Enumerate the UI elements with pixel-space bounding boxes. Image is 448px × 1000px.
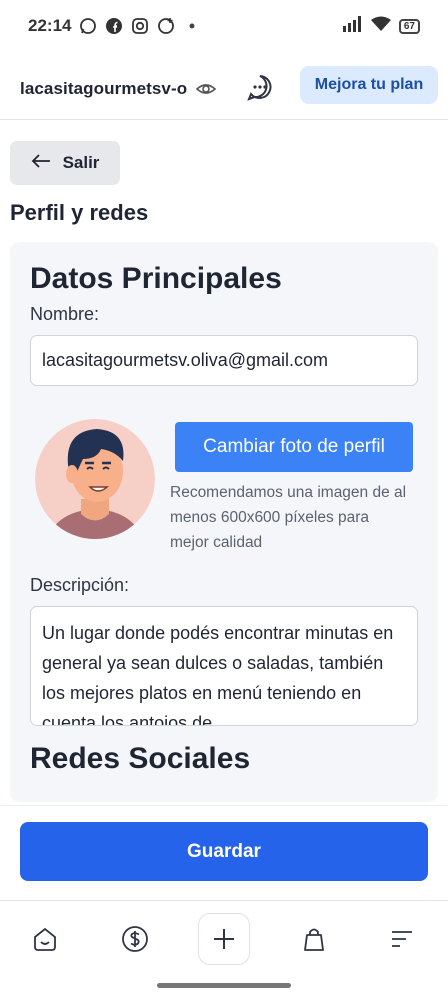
photo-hint: Recomendamos una imagen de al menos 600x… <box>170 484 407 551</box>
home-indicator <box>157 983 291 988</box>
plus-icon[interactable] <box>198 913 250 965</box>
arrow-left-icon <box>31 153 51 174</box>
instagram-icon <box>131 17 149 35</box>
save-button[interactable]: Guardar <box>20 822 428 881</box>
description-label: Descripción: <box>30 575 130 595</box>
back-button[interactable]: Salir <box>10 141 120 185</box>
change-photo-button[interactable]: Cambiar foto de perfil <box>175 422 413 472</box>
whatsapp-business-icon <box>157 17 175 35</box>
avatar[interactable] <box>35 419 155 539</box>
store-name: lacasitagourmetsv-o <box>20 78 188 98</box>
notification-dot-icon <box>183 17 201 35</box>
signal-icon <box>342 15 363 37</box>
whatsapp-icon <box>79 17 97 35</box>
name-label: Nombre: <box>30 304 100 324</box>
app-header: lacasitagourmetsv-o Mejora tu plan <box>0 58 448 120</box>
page-title: Perfil y redes <box>10 200 149 225</box>
chat-icon[interactable] <box>246 73 274 101</box>
dollar-icon[interactable] <box>109 913 161 965</box>
description-field[interactable]: Un lugar donde podés encontrar minutas e… <box>30 606 418 726</box>
save-bar: Guardar <box>0 805 448 899</box>
battery-icon: 67 <box>398 18 420 34</box>
menu-icon[interactable] <box>376 913 428 965</box>
status-bar: 22:14 67 <box>0 0 448 52</box>
facebook-icon <box>105 17 123 35</box>
home-icon[interactable] <box>19 913 71 965</box>
upgrade-plan-button[interactable]: Mejora tu plan <box>300 66 438 104</box>
shopping-bag-icon[interactable] <box>288 913 340 965</box>
section-title-redes: Redes Sociales <box>30 742 251 775</box>
status-time: 22:14 <box>28 16 72 35</box>
name-field[interactable]: lacasitagourmetsv.oliva@gmail.com <box>30 335 418 386</box>
eye-icon[interactable] <box>195 78 217 100</box>
bottom-nav <box>0 900 448 976</box>
section-title-datos: Datos Principales <box>30 262 282 295</box>
back-label: Salir <box>62 153 100 172</box>
wifi-icon <box>370 16 391 37</box>
profile-card: Datos Principales Nombre: lacasitagourme… <box>10 242 438 802</box>
